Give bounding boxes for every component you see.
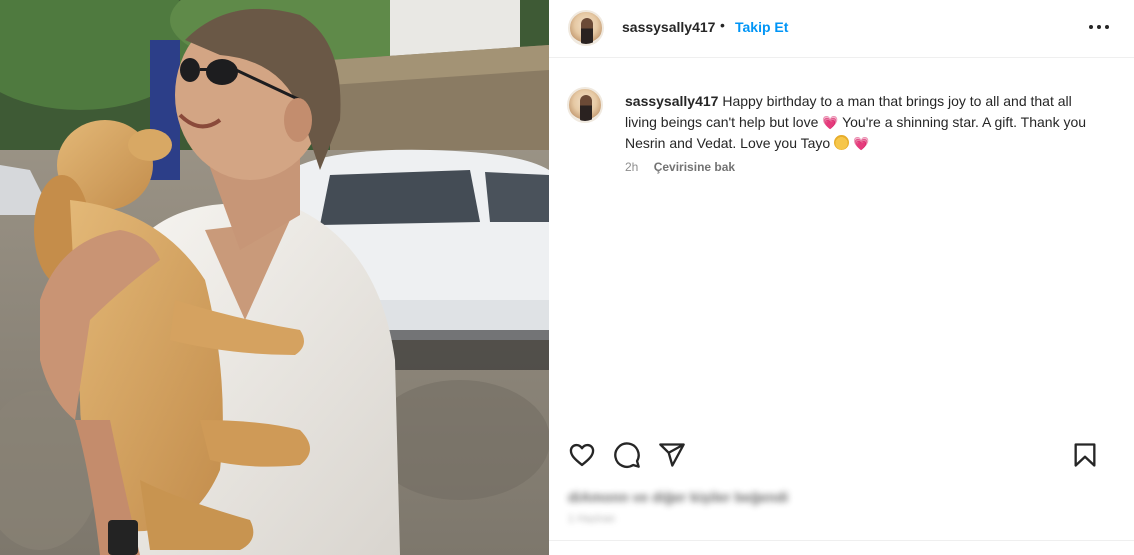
divider	[549, 540, 1134, 541]
post-username[interactable]: sassysally417	[622, 19, 715, 35]
post-header: sassysally417 • Takip Et	[549, 0, 1134, 58]
more-horizontal-icon[interactable]	[1084, 14, 1114, 38]
avatar[interactable]	[568, 10, 604, 46]
post-photo[interactable]	[0, 0, 549, 555]
likes-summary[interactable]: diAmonn ve diğer kişiler beğendi	[568, 489, 788, 505]
caption-text: sassysally417 Happy birthday to a man th…	[625, 91, 1105, 154]
heart-emoji-icon-2: 💗	[853, 136, 870, 151]
comment-icon[interactable]	[613, 441, 641, 469]
follow-button[interactable]: Takip Et	[735, 19, 788, 35]
action-bar	[549, 438, 1134, 472]
bookmark-icon[interactable]	[1071, 441, 1099, 469]
caption-username[interactable]: sassysally417	[625, 93, 718, 109]
post-photo-image	[0, 0, 549, 555]
heart-emoji-icon: 💗	[822, 115, 839, 130]
post-detail-panel: sassysally417 • Takip Et sassysally417 H…	[549, 0, 1134, 555]
see-translation-link[interactable]: Çevirisine bak	[654, 160, 735, 174]
separator-dot: •	[720, 17, 725, 33]
caption-avatar[interactable]	[567, 87, 603, 123]
post-date: 1 Haziran	[568, 513, 616, 525]
heart-icon[interactable]	[568, 441, 596, 469]
smiling-face-emoji-icon	[834, 135, 850, 150]
send-icon[interactable]	[658, 441, 686, 469]
caption-time: 2h	[625, 160, 639, 174]
caption-meta: 2h Çevirisine bak	[625, 160, 735, 174]
